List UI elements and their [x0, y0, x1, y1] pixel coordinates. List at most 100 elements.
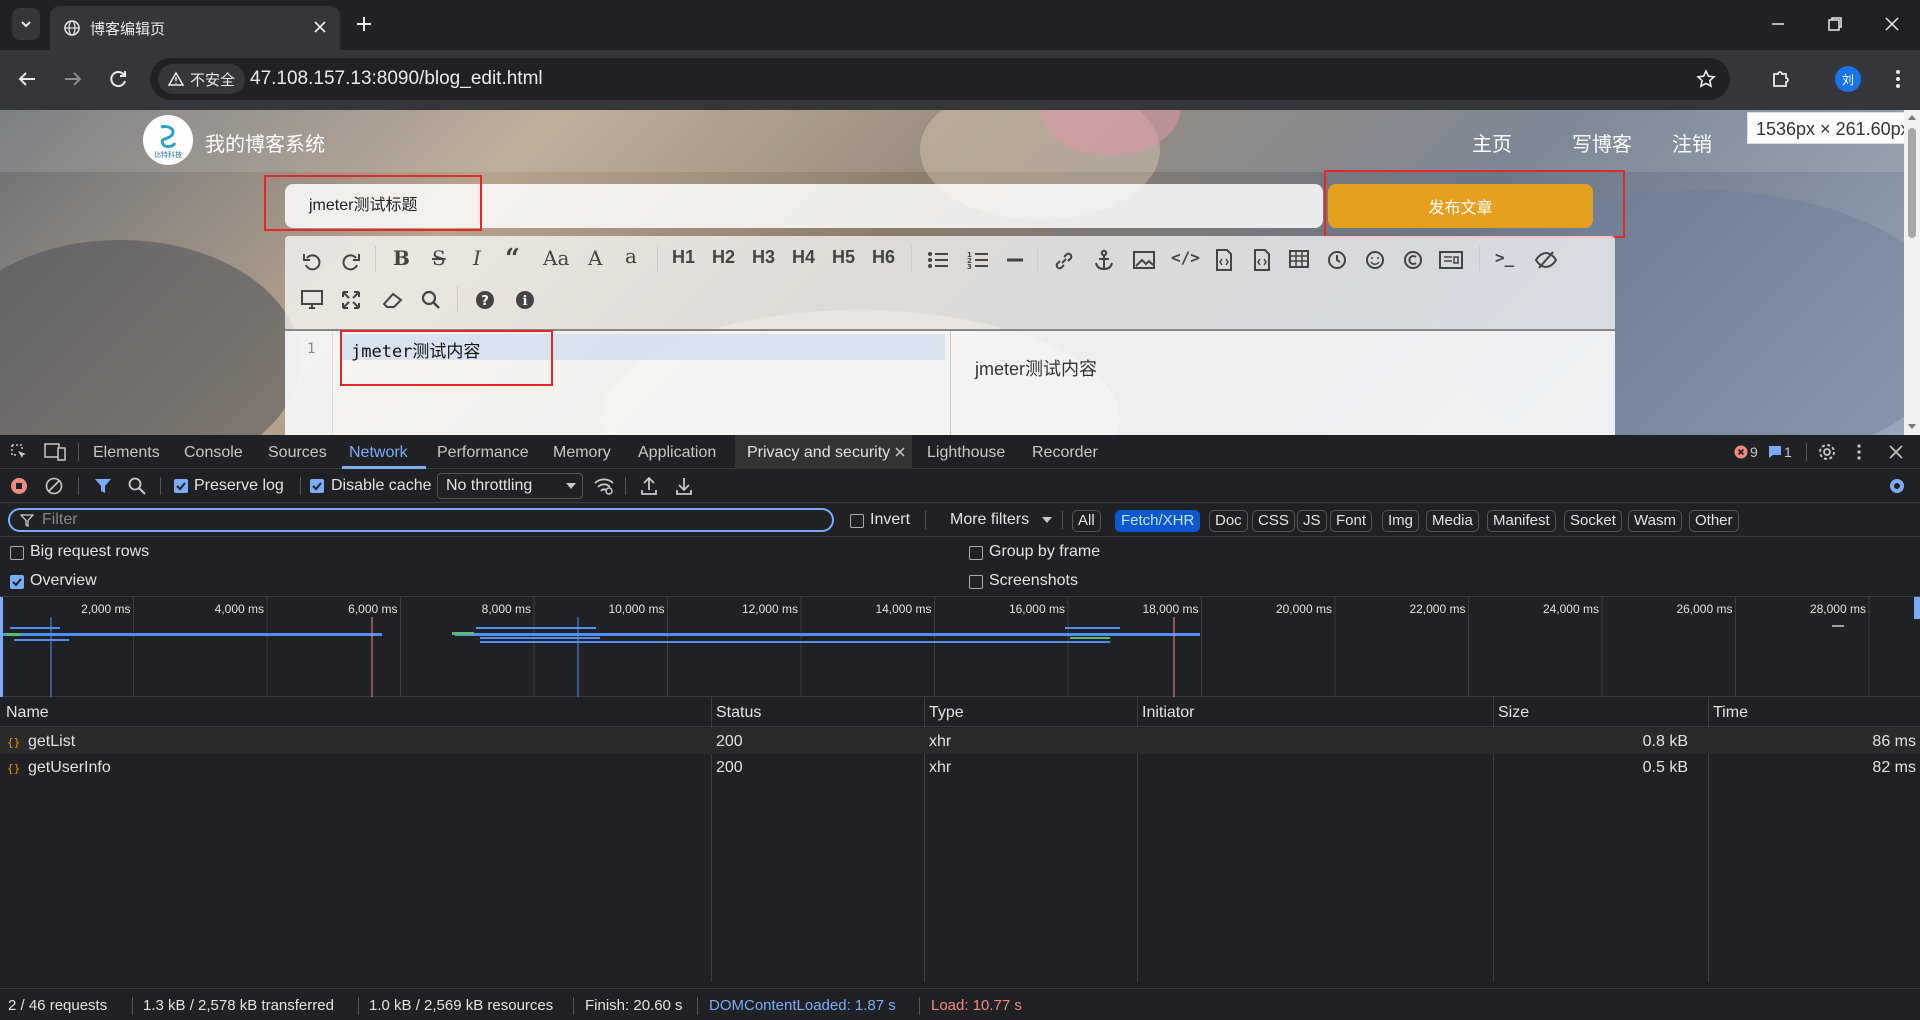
security-chip[interactable]: 不安全 [158, 64, 246, 94]
scroll-up-icon[interactable] [1907, 113, 1917, 121]
restore-icon[interactable] [1825, 14, 1845, 34]
pagebreak-icon[interactable] [1439, 250, 1463, 270]
close-icon[interactable] [312, 19, 328, 35]
info-icon[interactable]: i [515, 290, 535, 310]
bold-icon[interactable]: B [393, 246, 410, 270]
italic-icon[interactable]: I [473, 246, 481, 270]
type-filter-font[interactable]: Font [1330, 510, 1373, 532]
type-filter-wasm[interactable]: Wasm [1628, 510, 1682, 532]
type-filter-img[interactable]: Img [1382, 510, 1420, 532]
hide-preview-icon[interactable] [1535, 250, 1557, 270]
nav-logout-link[interactable]: 注销 [1672, 128, 1712, 157]
clear-icon[interactable] [45, 477, 63, 495]
disable-cache-checkbox[interactable] [310, 479, 324, 493]
h6-button[interactable]: H6 [872, 247, 895, 268]
anchor-icon[interactable] [1093, 249, 1115, 271]
search-icon[interactable] [128, 477, 146, 495]
window-close-icon[interactable] [1882, 14, 1902, 34]
invert-checkbox[interactable] [850, 514, 864, 528]
filter-funnel-icon[interactable] [94, 478, 112, 494]
search-icon[interactable] [421, 290, 441, 310]
redo-icon[interactable] [340, 250, 362, 272]
type-filter-other[interactable]: Other [1689, 510, 1739, 532]
extensions-puzzle-icon[interactable] [1770, 68, 1792, 90]
tab-memory[interactable]: Memory [553, 444, 611, 462]
tab-performance[interactable]: Performance [437, 444, 529, 462]
col-type[interactable]: Type [929, 704, 964, 722]
fullscreen-icon[interactable] [341, 290, 361, 310]
tab-privacy-security[interactable]: Privacy and security [735, 435, 912, 469]
tab-sources[interactable]: Sources [268, 444, 327, 462]
type-filter-socket[interactable]: Socket [1564, 510, 1622, 532]
type-filter-fetch-xhr[interactable]: Fetch/XHR [1115, 510, 1201, 532]
nav-write-link[interactable]: 写博客 [1572, 128, 1632, 157]
h5-button[interactable]: H5 [832, 247, 855, 268]
bookmark-star-icon[interactable] [1696, 69, 1716, 89]
type-filter-media[interactable]: Media [1426, 510, 1479, 532]
screenshots-checkbox[interactable] [969, 575, 983, 589]
profile-avatar[interactable]: 刘 [1835, 66, 1861, 92]
col-status[interactable]: Status [716, 704, 761, 722]
table-row[interactable]: {} getList 200 xhr 0.8 kB 86 ms [0, 728, 1920, 754]
eraser-icon[interactable] [381, 291, 403, 309]
clock-icon[interactable] [1327, 250, 1347, 270]
back-arrow-icon[interactable] [16, 68, 38, 90]
bullet-list-icon[interactable] [927, 250, 949, 270]
export-har-icon[interactable] [675, 476, 693, 496]
nav-home-link[interactable]: 主页 [1472, 128, 1512, 157]
big-request-rows-checkbox[interactable] [10, 546, 24, 560]
uppercase-icon[interactable]: A [588, 246, 602, 270]
help-icon[interactable]: ? [475, 290, 495, 310]
h2-button[interactable]: H2 [712, 247, 735, 268]
tab-search-button[interactable] [12, 8, 40, 40]
type-filter-js[interactable]: JS [1297, 510, 1327, 532]
throttling-select[interactable]: No throttling [437, 473, 583, 499]
preformatted-icon[interactable] [1253, 249, 1271, 271]
network-settings-gear-icon[interactable] [1888, 477, 1906, 495]
h1-button[interactable]: H1 [672, 247, 695, 268]
copyright-icon[interactable] [1403, 250, 1423, 270]
network-overview-timeline[interactable]: 2,000 ms 4,000 ms 6,000 ms 8,000 ms 10,000 m… [0, 597, 1920, 697]
more-vertical-icon[interactable] [1854, 443, 1864, 461]
h4-button[interactable]: H4 [792, 247, 815, 268]
tab-elements[interactable]: Elements [93, 444, 160, 462]
monitor-icon[interactable] [301, 290, 323, 310]
strikethrough-icon[interactable]: S [432, 246, 446, 270]
code-block-icon[interactable] [1215, 249, 1233, 271]
close-devtools-icon[interactable] [1889, 445, 1903, 459]
quote-icon[interactable]: “ [505, 244, 520, 274]
browser-tab[interactable]: 博客编辑页 [50, 6, 340, 50]
tab-recorder[interactable]: Recorder [1032, 444, 1098, 462]
minimize-icon[interactable] [1768, 14, 1788, 34]
table-row[interactable]: {} getUserInfo 200 xhr 0.5 kB 82 ms [0, 754, 1920, 780]
undo-icon[interactable] [301, 250, 323, 272]
tab-lighthouse[interactable]: Lighthouse [927, 444, 1005, 462]
scroll-thumb[interactable] [1908, 128, 1916, 238]
col-time[interactable]: Time [1713, 704, 1748, 722]
tab-application[interactable]: Application [638, 444, 716, 462]
request-name[interactable]: getList [28, 733, 75, 751]
more-vertical-icon[interactable] [1888, 68, 1908, 90]
case-icon[interactable]: Aa [543, 246, 569, 270]
import-har-icon[interactable] [640, 476, 658, 496]
record-stop-icon[interactable] [10, 477, 28, 495]
emoji-icon[interactable] [1365, 250, 1385, 270]
numbered-list-icon[interactable]: 123 [967, 250, 989, 270]
inspect-element-icon[interactable] [10, 443, 28, 461]
more-filters-dropdown[interactable]: More filters [950, 511, 1029, 529]
request-name[interactable]: getUserInfo [28, 759, 111, 777]
reload-icon[interactable] [107, 68, 129, 90]
type-filter-doc[interactable]: Doc [1209, 510, 1248, 532]
filter-input[interactable]: Filter [8, 508, 834, 532]
overview-checkbox[interactable] [10, 575, 24, 589]
col-name[interactable]: Name [6, 704, 49, 722]
terminal-icon[interactable]: >_ [1495, 248, 1514, 267]
error-icon[interactable] [1734, 445, 1748, 459]
address-bar[interactable]: 不安全 47.108.157.13:8090/blog_edit.html [150, 58, 1730, 100]
table-icon[interactable] [1289, 250, 1309, 268]
h3-button[interactable]: H3 [752, 247, 775, 268]
forward-arrow-icon[interactable] [62, 68, 84, 90]
col-size[interactable]: Size [1498, 704, 1529, 722]
page-scrollbar[interactable] [1904, 110, 1920, 435]
code-inline-icon[interactable]: </> [1171, 248, 1200, 267]
